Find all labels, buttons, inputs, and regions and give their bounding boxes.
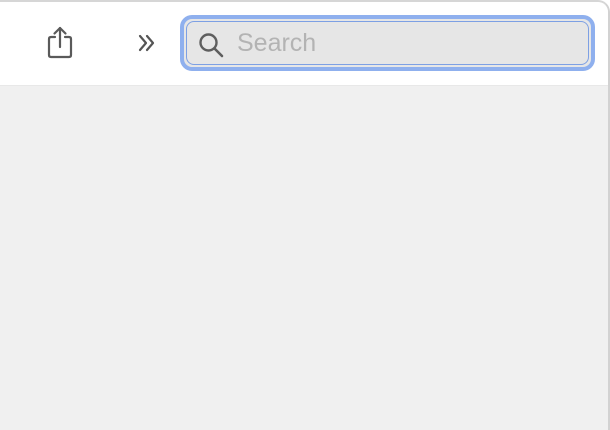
search-input[interactable] <box>237 22 577 64</box>
search-icon <box>199 33 224 58</box>
chevron-double-right-icon <box>138 34 155 52</box>
search-field-inner <box>186 21 589 65</box>
app-window <box>0 0 610 430</box>
content-area <box>0 86 608 430</box>
share-icon <box>47 26 73 59</box>
search-field[interactable] <box>180 15 595 71</box>
toolbar-overflow-button[interactable] <box>130 26 164 60</box>
share-button[interactable] <box>40 22 80 62</box>
toolbar <box>0 2 608 86</box>
